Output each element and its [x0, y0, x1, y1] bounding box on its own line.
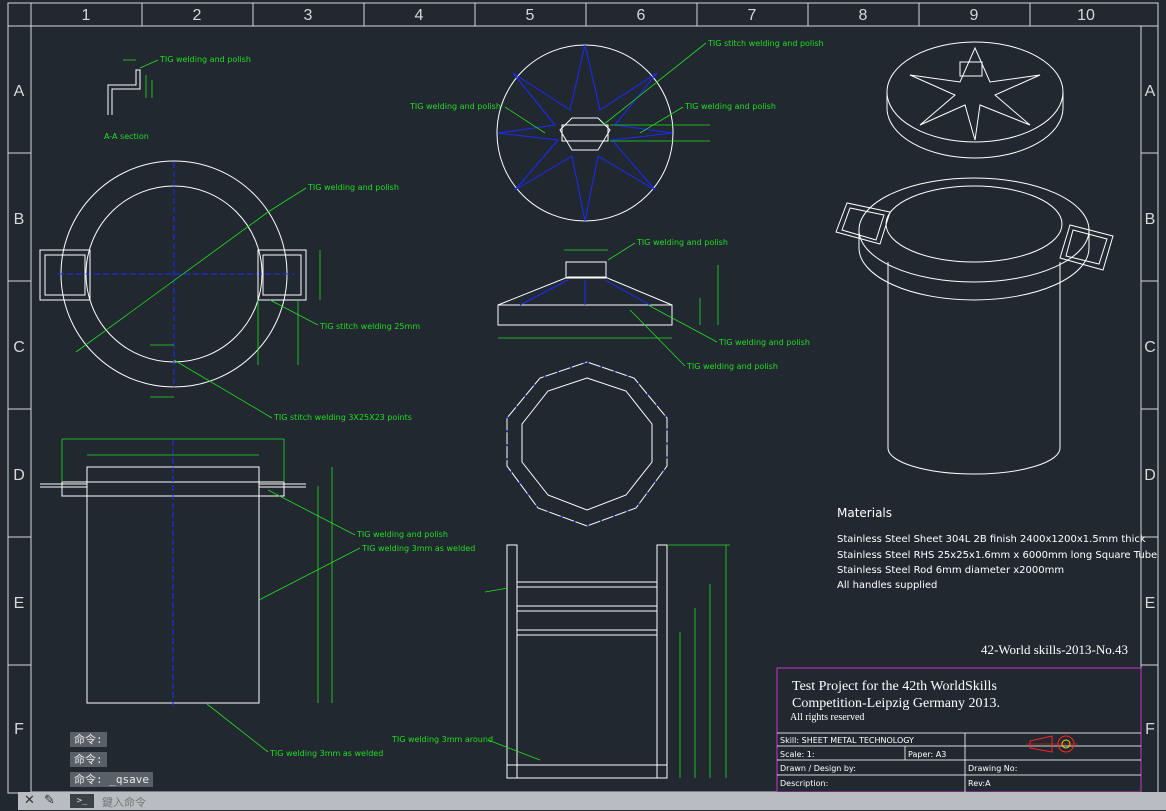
- rights-note: All rights reserved: [790, 712, 864, 723]
- aa-weld-note: TIG welding and polish: [159, 55, 251, 64]
- zone-label: D: [13, 467, 25, 484]
- command-history-line: 命令: _qsave: [70, 772, 153, 787]
- lid-top-view[interactable]: TIG stitch welding and polish TIG weldin…: [409, 39, 824, 222]
- top-weld-left-note: TIG welding and polish: [409, 102, 501, 111]
- zone-label: 1: [82, 7, 91, 24]
- lid-weld-top-note: TIG welding and polish: [636, 238, 728, 247]
- drawing-no-field: Drawing No:: [968, 764, 1017, 773]
- material-line: All handles supplied: [837, 580, 937, 591]
- zone-label: B: [1145, 211, 1156, 228]
- command-history-line: 命令:: [70, 752, 107, 767]
- zone-label: 7: [748, 7, 757, 24]
- zone-label: 5: [526, 7, 535, 24]
- projection-symbol-icon: [1026, 735, 1078, 753]
- description-field: Description:: [780, 779, 828, 788]
- lid-weld-bottom-note: TIG welding and polish: [686, 362, 778, 371]
- zone-label: 6: [637, 7, 646, 24]
- material-line: Stainless Steel Rod 6mm diameter x2000mm: [837, 565, 1064, 576]
- frame-weld-note: TIG welding 3mm around: [391, 735, 493, 744]
- command-prompt-icon[interactable]: >_: [70, 794, 94, 808]
- octagon-ring[interactable]: [506, 361, 668, 527]
- close-icon[interactable]: ✕: [24, 793, 35, 808]
- outer-frame: [7, 2, 1159, 794]
- plan-weld-note: TIG welding and polish: [307, 183, 399, 192]
- zone-label: E: [14, 595, 25, 612]
- rev-field: Rev:A: [968, 779, 991, 788]
- elev-weld-note: TIG welding and polish: [356, 530, 448, 539]
- materials-block: Materials Stainless Steel Sheet 304L 2B …: [837, 506, 1157, 591]
- zone-label: 8: [859, 7, 868, 24]
- elev-weld-3mm-note: TIG welding 3mm as welded: [361, 544, 475, 553]
- zone-label: 9: [970, 7, 979, 24]
- zone-label: 10: [1077, 7, 1095, 24]
- title-block[interactable]: Test Project for the 42th WorldSkills Co…: [776, 667, 1142, 793]
- drawing-canvas[interactable]: 1 2 3 4 5 6 7 8 9 10 2 3 4 5 6 7 8 9 10 …: [0, 0, 1166, 810]
- elev-weld-bottom-note: TIG welding 3mm as welded: [269, 749, 383, 758]
- zone-label: F: [14, 721, 24, 738]
- top-weld-right-note: TIG welding and polish: [684, 102, 776, 111]
- drawn-field: Drawn / Design by:: [780, 764, 856, 773]
- zone-label: A: [14, 83, 25, 100]
- aa-section-label: A-A section: [104, 132, 149, 141]
- front-elevation[interactable]: TIG welding and polish TIG welding 3mm a…: [40, 438, 475, 758]
- zone-label: 3: [304, 7, 313, 24]
- plan-view[interactable]: TIG welding and polish TIG stitch weldin…: [39, 160, 420, 422]
- zone-label: C: [13, 339, 25, 356]
- zone-label: B: [14, 211, 25, 228]
- drawing-id: 42-World skills-2013-No.43: [981, 642, 1128, 657]
- materials-heading: Materials: [837, 506, 892, 520]
- iso-lid[interactable]: [886, 41, 1064, 159]
- zone-labels-top: 1 2 3 4 5 6 7 8 9 10: [82, 7, 1095, 24]
- zone-label: C: [1144, 339, 1156, 356]
- top-stitch-note: TIG stitch welding and polish: [707, 39, 824, 48]
- plan-stitch-note: TIG stitch welding 25mm: [319, 322, 420, 331]
- stand-frame[interactable]: TIG welding 3mm around: [391, 544, 730, 779]
- command-input[interactable]: [100, 793, 384, 811]
- zone-labels-side: A B C D E F A B C D E F: [13, 83, 1156, 738]
- aa-section-detail[interactable]: TIG welding and polish A-A section: [104, 55, 251, 141]
- zone-label: F: [1145, 721, 1155, 738]
- zone-label: A: [1145, 83, 1156, 100]
- command-history-line: 命令:: [70, 732, 107, 747]
- customize-icon[interactable]: ✎: [44, 793, 55, 808]
- material-line: Stainless Steel RHS 25x25x1.6mm x 6000mm…: [837, 550, 1157, 561]
- scale-field: Scale: 1:: [780, 750, 815, 759]
- material-line: Stainless Steel Sheet 304L 2B finish 240…: [837, 534, 1146, 545]
- zone-label: 2: [193, 7, 202, 24]
- title-line-2: Competition-Leipzig Germany 2013.: [792, 696, 1000, 711]
- command-bar: ✕ ✎ >_: [18, 792, 1166, 811]
- paper-field: Paper: A3: [908, 750, 946, 759]
- zone-label: D: [1144, 467, 1156, 484]
- zone-label: E: [1145, 595, 1156, 612]
- title-line-1: Test Project for the 42th WorldSkills: [792, 679, 997, 694]
- iso-container[interactable]: [835, 177, 1114, 475]
- skill-field: Skill: SHEET METAL TECHNOLOGY: [780, 736, 914, 745]
- lid-weld-right-note: TIG welding and polish: [718, 338, 810, 347]
- lid-side-view[interactable]: TIG welding and polish TIG welding and p…: [497, 238, 810, 371]
- plan-stitch-points-note: TIG stitch welding 3X25X23 points: [273, 413, 412, 422]
- zone-label: 4: [415, 7, 424, 24]
